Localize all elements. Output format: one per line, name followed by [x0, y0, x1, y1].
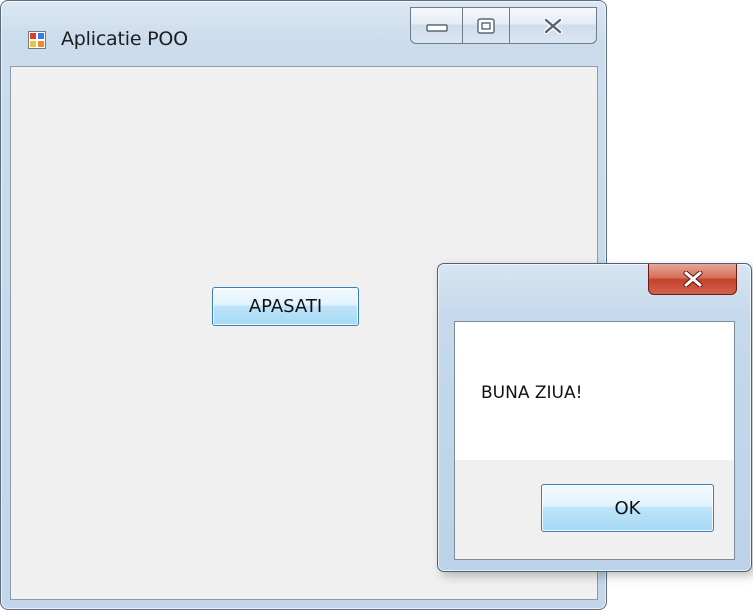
title-bar[interactable]: Aplicatie POO	[1, 1, 606, 59]
message-box-close-button[interactable]	[648, 264, 737, 295]
caption-buttons	[410, 7, 597, 44]
app-window-icon	[28, 31, 46, 49]
maximize-button[interactable]	[462, 7, 509, 44]
ok-button[interactable]: OK	[541, 484, 714, 532]
message-area: BUNA ZIUA!	[455, 322, 734, 460]
message-box-body: BUNA ZIUA! OK	[454, 321, 735, 560]
minimize-button[interactable]	[410, 7, 462, 44]
message-box: BUNA ZIUA! OK	[437, 263, 752, 572]
minimize-icon	[411, 8, 462, 43]
close-icon	[510, 8, 596, 43]
window-title: Aplicatie POO	[61, 28, 188, 50]
close-icon	[683, 271, 702, 287]
message-text: BUNA ZIUA!	[481, 383, 583, 403]
desktop: Aplicatie POO APASATI BUNA ZIUA! OK	[0, 0, 753, 612]
maximize-icon	[463, 8, 509, 43]
close-button[interactable]	[509, 7, 597, 44]
apasati-button[interactable]: APASATI	[212, 287, 359, 326]
